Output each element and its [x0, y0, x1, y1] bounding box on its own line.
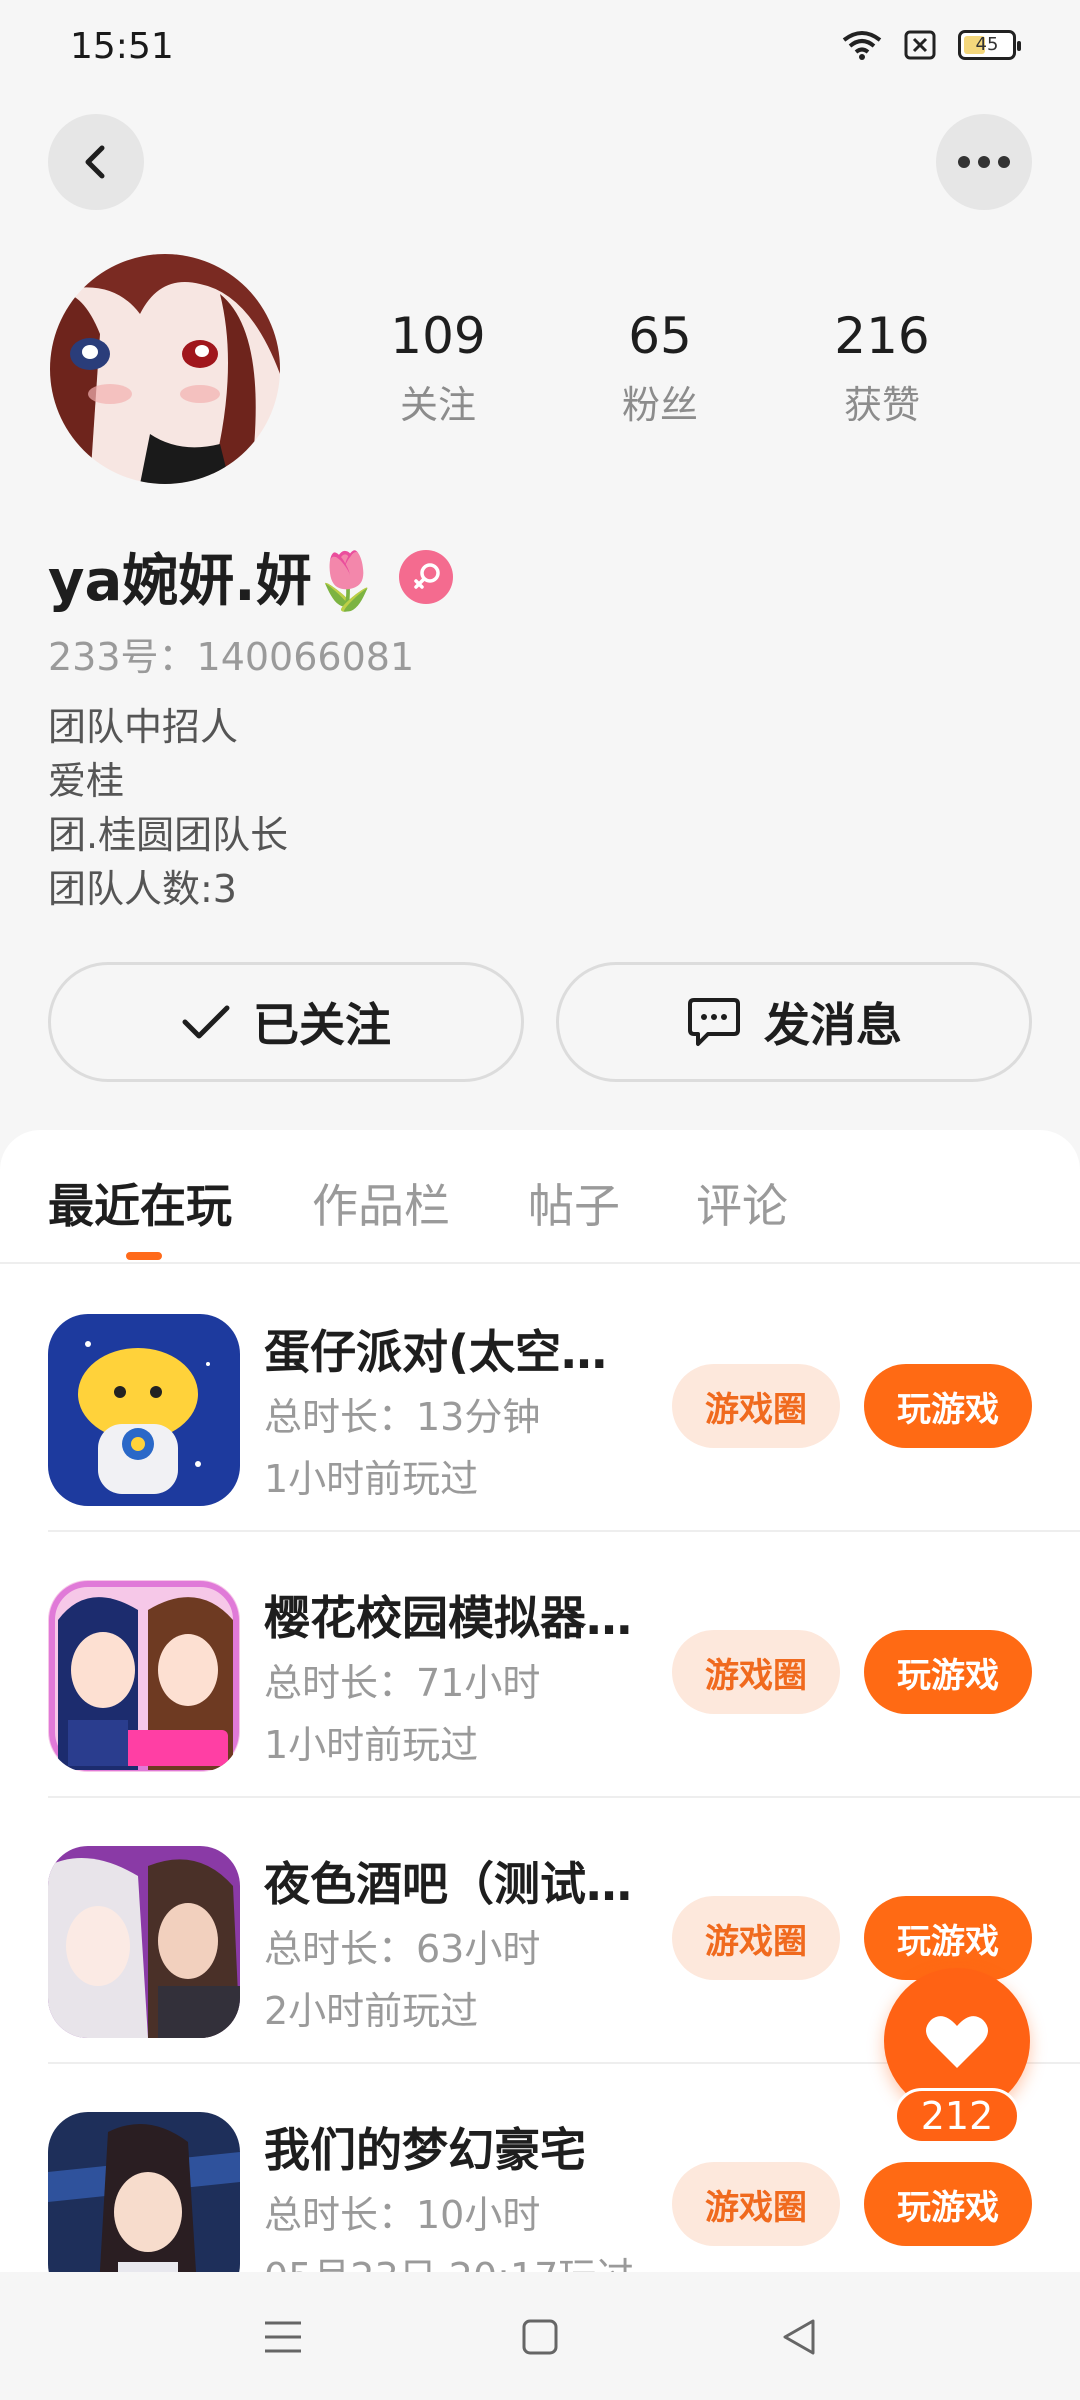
- menu-icon: [265, 2321, 301, 2353]
- game-icon[interactable]: [48, 1314, 240, 1506]
- back-icon: [85, 145, 105, 179]
- clock: 15:51: [70, 26, 174, 67]
- likes-count: 216: [834, 307, 930, 365]
- followed-label: 已关注: [253, 998, 391, 1052]
- game-duration: 总时长：63小时: [264, 1927, 541, 1971]
- tab-indicator: [126, 1252, 162, 1260]
- status-icons: 45: [842, 30, 1021, 60]
- play-game-button[interactable]: 玩游戏: [864, 1364, 1032, 1448]
- game-icon[interactable]: [48, 1580, 240, 1772]
- more-icon: [958, 156, 1010, 168]
- home-square-icon: [522, 2319, 558, 2355]
- chat-bubble-icon: [688, 998, 740, 1046]
- stat-following[interactable]: 109 关注: [358, 306, 518, 429]
- game-last-played: 1小时前玩过: [264, 1457, 479, 1501]
- bio-line: 团队中招人: [48, 705, 239, 749]
- game-title: 樱花校园模拟器…: [264, 1591, 632, 1645]
- game-title: 夜色酒吧（测试…: [264, 1857, 632, 1911]
- game-duration: 总时长：10小时: [264, 2193, 541, 2237]
- following-label: 关注: [399, 383, 476, 427]
- bio-line: 爱桂: [48, 759, 125, 803]
- stat-likes[interactable]: 216 获赞: [802, 306, 962, 429]
- wifi-icon: [842, 31, 882, 60]
- back-triangle-icon: [783, 2319, 815, 2355]
- game-row[interactable]: 蛋仔派对(太空… 总时长：13分钟 1小时前玩过 游戏圈 玩游戏: [0, 1266, 1080, 1532]
- followers-label: 粉丝: [621, 383, 698, 427]
- tab-comments[interactable]: 评论: [696, 1170, 788, 1236]
- message-label: 发消息: [764, 998, 902, 1052]
- avatar-image: [50, 254, 280, 484]
- game-title: 蛋仔派对(太空…: [264, 1325, 608, 1379]
- back-nav-button[interactable]: [774, 2312, 824, 2362]
- status-bar: 15:51 45: [0, 0, 1080, 96]
- game-icon[interactable]: [48, 1846, 240, 2038]
- sim-off-icon: [904, 30, 936, 60]
- game-last-played: 05月23日 20:17玩过: [264, 2246, 634, 2272]
- like-count: 212: [894, 2088, 1020, 2144]
- game-last-played: 2小时前玩过: [264, 1989, 479, 2033]
- followed-button[interactable]: 已关注: [48, 962, 524, 1082]
- bio-line: 团.桂圆团队长: [48, 813, 289, 857]
- following-count: 109: [390, 307, 486, 365]
- play-game-button[interactable]: 玩游戏: [864, 1896, 1032, 1980]
- tab-posts[interactable]: 帖子: [528, 1170, 620, 1236]
- bio: 团队中招人 爱桂 团.桂圆团队长 团队人数:3: [48, 700, 288, 916]
- user-id: 233号：140066081: [48, 635, 415, 679]
- system-nav-bar: [0, 2272, 1080, 2400]
- tab-works[interactable]: 作品栏: [312, 1170, 450, 1236]
- menu-nav-button[interactable]: [258, 2312, 308, 2362]
- game-duration: 总时长：13分钟: [264, 1395, 541, 1439]
- home-nav-button[interactable]: [515, 2312, 565, 2362]
- battery-level: 45: [975, 34, 999, 55]
- game-circle-button[interactable]: 游戏圈: [672, 1896, 840, 1980]
- play-game-button[interactable]: 玩游戏: [864, 2162, 1032, 2246]
- back-button[interactable]: [48, 114, 144, 210]
- game-duration: 总时长：71小时: [264, 1661, 541, 1705]
- stat-followers[interactable]: 65 粉丝: [580, 306, 740, 429]
- tab-recently-played[interactable]: 最近在玩: [48, 1170, 232, 1236]
- game-icon[interactable]: [48, 2112, 240, 2272]
- game-row[interactable]: 樱花校园模拟器… 总时长：71小时 1小时前玩过 游戏圈 玩游戏: [0, 1532, 1080, 1798]
- battery-icon: 45: [958, 30, 1021, 60]
- play-game-button[interactable]: 玩游戏: [864, 1630, 1032, 1714]
- game-circle-button[interactable]: 游戏圈: [672, 1364, 840, 1448]
- message-button[interactable]: 发消息: [556, 962, 1032, 1082]
- username-row: ya婉妍.妍🌷: [48, 536, 454, 617]
- female-icon: [399, 549, 454, 604]
- more-button[interactable]: [936, 114, 1032, 210]
- heart-icon: [926, 2016, 988, 2068]
- check-icon: [182, 1005, 230, 1039]
- followers-count: 65: [628, 307, 692, 365]
- username: ya婉妍.妍🌷: [48, 549, 382, 614]
- game-title: 我们的梦幻豪宅: [264, 2123, 586, 2177]
- game-circle-button[interactable]: 游戏圈: [672, 1630, 840, 1714]
- avatar[interactable]: [50, 254, 280, 484]
- likes-label: 获赞: [843, 383, 920, 427]
- game-circle-button[interactable]: 游戏圈: [672, 2162, 840, 2246]
- tab-bar: 最近在玩 作品栏 帖子 评论: [0, 1130, 1080, 1264]
- bio-line: 团队人数:3: [48, 867, 237, 911]
- game-last-played: 1小时前玩过: [264, 1723, 479, 1767]
